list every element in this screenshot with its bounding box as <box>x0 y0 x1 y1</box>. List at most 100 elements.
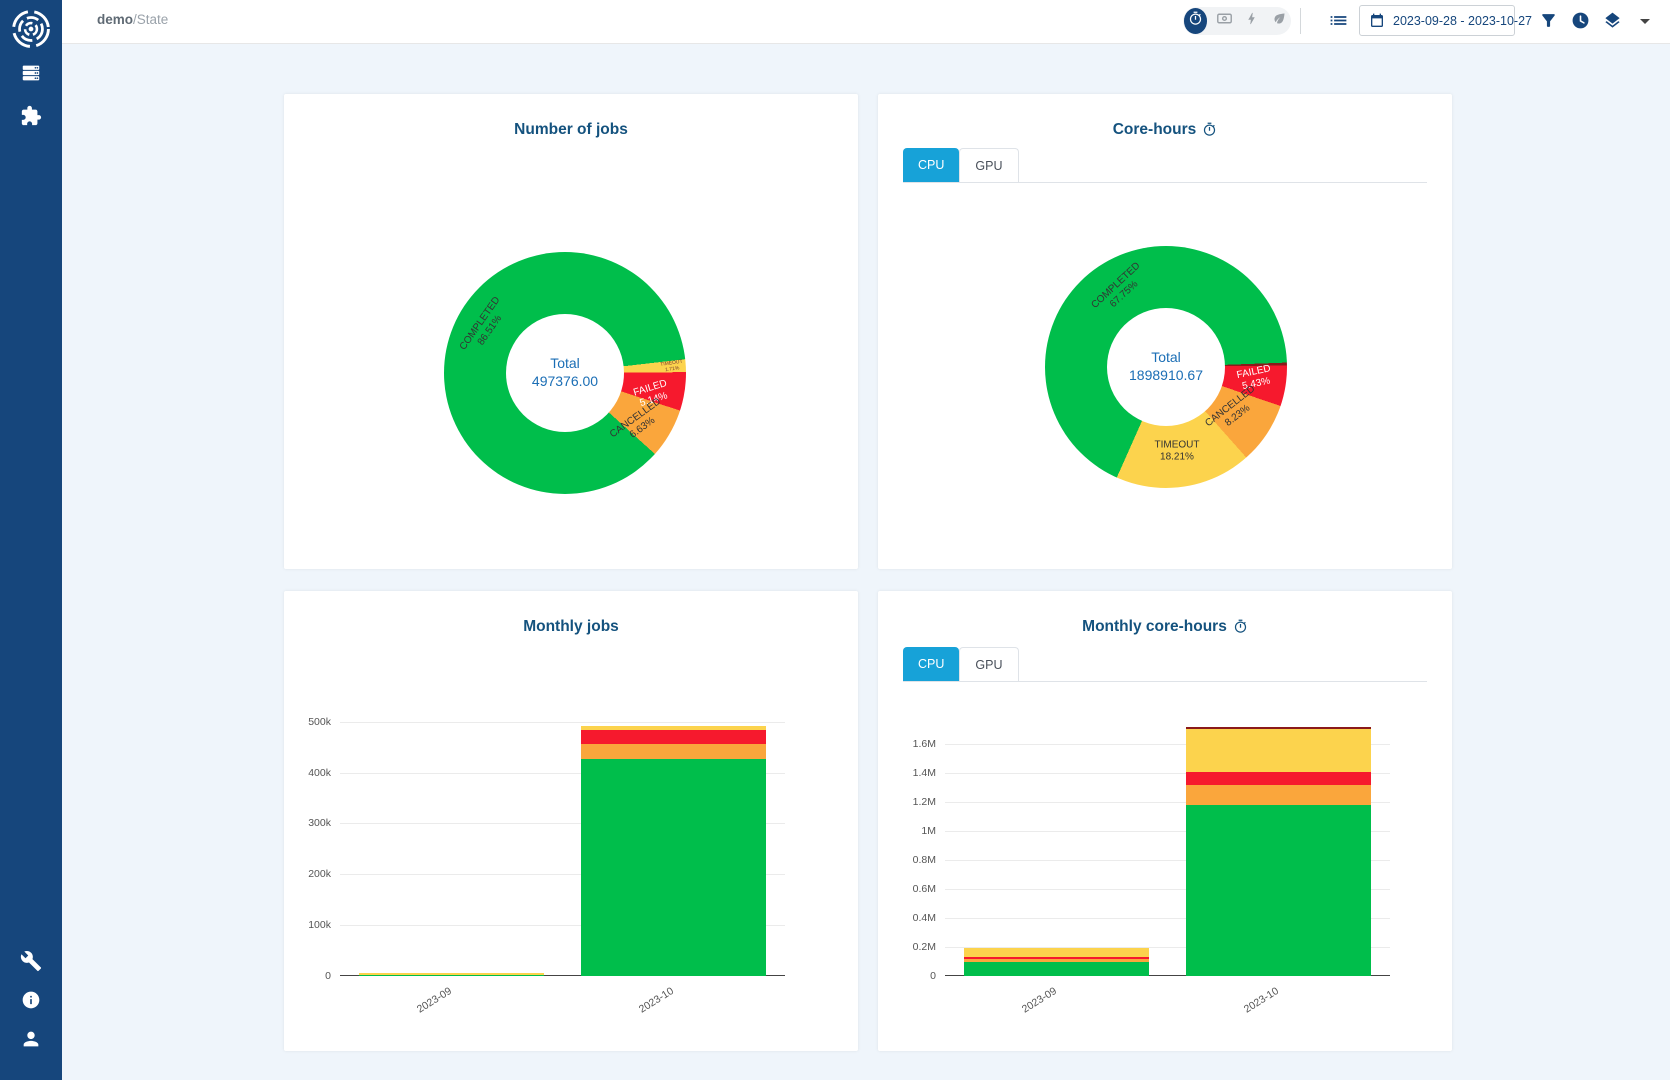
core-hours-donut-chart[interactable]: COMPLETED 67.75% FAILED 5.43% CANCELLED … <box>1045 246 1287 488</box>
history-button[interactable] <box>1571 11 1590 35</box>
leaf-icon <box>1272 11 1287 31</box>
bar-segment-2023-09-completed[interactable] <box>964 962 1149 976</box>
filter-button[interactable] <box>1539 11 1558 35</box>
bar-segment-2023-10-failed[interactable] <box>581 730 766 744</box>
bolt-icon <box>1244 11 1259 31</box>
y-tick-label: 1.4M <box>913 767 936 779</box>
y-tick-label: 400k <box>308 767 331 779</box>
user-icon <box>20 1028 42 1055</box>
card-monthly-jobs: Monthly jobs 0100k200k300k400k500k2023-0… <box>284 591 858 1051</box>
sidebar-item-user[interactable] <box>0 1028 62 1055</box>
cpu-gpu-tabs: CPU GPU <box>903 647 1427 682</box>
tab-gpu[interactable]: GPU <box>959 647 1018 681</box>
banknote-icon <box>1216 10 1233 32</box>
bar-segment-2023-10-cancelled[interactable] <box>1186 785 1371 805</box>
y-tick-label: 0.4M <box>913 912 936 924</box>
metric-toggle-group <box>1183 7 1291 35</box>
jobs-donut-chart[interactable]: COMPLETED 86.51% TIMEOUT 1.71% FAILED 5.… <box>444 252 686 494</box>
metric-stopwatch-button[interactable] <box>1184 8 1207 34</box>
y-tick-label: 500k <box>308 716 331 728</box>
x-tick-label: 2023-09 <box>415 985 454 1016</box>
bar-segment-2023-09-failed[interactable] <box>964 957 1149 959</box>
bar-segment-2023-10-cancelled[interactable] <box>581 744 766 759</box>
puzzle-icon <box>20 105 42 132</box>
funnel-icon <box>1539 17 1558 34</box>
card-title: Monthly jobs <box>284 618 858 636</box>
dashboard: Number of jobs COMPLETED 86.51% TIMEOUT … <box>62 43 1670 1080</box>
date-range-picker[interactable]: 2023-09-28 - 2023-10-27 <box>1359 5 1515 36</box>
breadcrumb-project[interactable]: demo <box>97 12 133 27</box>
y-tick-label: 100k <box>308 919 331 931</box>
x-tick-label: 2023-10 <box>1242 985 1281 1016</box>
breadcrumb-page: State <box>137 12 169 27</box>
pie-label-completed: COMPLETED 67.75% <box>1089 260 1150 319</box>
servers-icon <box>20 62 42 89</box>
date-range-value: 2023-09-28 - 2023-10-27 <box>1393 14 1532 28</box>
card-monthly-core-hours: Monthly core-hours CPU GPU 00.2M0.4M0.6M… <box>878 591 1452 1051</box>
x-tick-label: 2023-10 <box>637 985 676 1016</box>
y-tick-label: 0.6M <box>913 883 936 895</box>
metric-leaf-button[interactable] <box>1268 11 1290 31</box>
stopwatch-icon <box>1233 619 1248 634</box>
cpu-gpu-tabs: CPU GPU <box>903 148 1427 183</box>
layers-icon <box>1603 17 1622 34</box>
y-tick-label: 1.6M <box>913 738 936 750</box>
metric-bolt-button[interactable] <box>1241 11 1263 31</box>
sidebar <box>0 0 62 1080</box>
y-tick-label: 300k <box>308 817 331 829</box>
layers-button[interactable] <box>1603 11 1622 35</box>
y-tick-label: 0.2M <box>913 941 936 953</box>
bar-segment-2023-10-other[interactable] <box>1186 727 1371 728</box>
monthly-core-hours-bar-chart[interactable]: 00.2M0.4M0.6M0.8M1M1.2M1.4M1.6M2023-0920… <box>945 706 1390 976</box>
bar-segment-2023-10-completed[interactable] <box>581 759 766 976</box>
logo-icon <box>9 7 53 56</box>
app-logo[interactable] <box>0 7 62 56</box>
sidebar-item-plugins[interactable] <box>0 105 62 132</box>
bar-segment-2023-09-cancelled[interactable] <box>964 959 1149 962</box>
bar-segment-2023-09-timeout[interactable] <box>964 948 1149 957</box>
sidebar-item-about[interactable] <box>0 990 62 1015</box>
bar-segment-2023-10-timeout[interactable] <box>1186 729 1371 772</box>
y-tick-label: 1.2M <box>913 796 936 808</box>
sidebar-item-settings[interactable] <box>0 950 62 977</box>
gridline <box>340 722 785 723</box>
card-title: Number of jobs <box>284 121 858 139</box>
topbar: demo/State <box>62 0 1670 44</box>
y-tick-label: 0 <box>325 970 331 982</box>
bar-segment-2023-10-completed[interactable] <box>1186 805 1371 976</box>
pie-total: Total 1898910.67 <box>1045 349 1287 384</box>
tab-cpu[interactable]: CPU <box>903 647 959 681</box>
card-title: Monthly core-hours <box>878 618 1452 636</box>
pie-label-completed: COMPLETED 86.51% <box>458 295 513 359</box>
info-icon <box>21 990 41 1015</box>
bar-segment-2023-10-timeout[interactable] <box>581 726 766 730</box>
tab-cpu[interactable]: CPU <box>903 148 959 182</box>
clock-icon <box>1571 17 1590 34</box>
bar-segment-2023-10-failed[interactable] <box>1186 772 1371 785</box>
caret-down-icon[interactable] <box>1640 19 1650 24</box>
card-number-of-jobs: Number of jobs COMPLETED 86.51% TIMEOUT … <box>284 94 858 569</box>
card-core-hours: Core-hours CPU GPU COMPLETED 67.75% FAIL… <box>878 94 1452 569</box>
y-tick-label: 0 <box>930 970 936 982</box>
metric-banknote-button[interactable] <box>1213 10 1235 32</box>
y-tick-label: 1M <box>921 825 936 837</box>
card-title: Core-hours <box>878 121 1452 139</box>
report-list-button[interactable] <box>1328 10 1349 36</box>
list-icon <box>1328 18 1349 35</box>
calendar-icon <box>1369 13 1385 29</box>
y-tick-label: 0.8M <box>913 854 936 866</box>
bar-segment-2023-09-timeout[interactable] <box>359 973 544 975</box>
pie-total: Total 497376.00 <box>444 355 686 390</box>
breadcrumb: demo/State <box>97 12 168 27</box>
tools-icon <box>20 950 42 977</box>
stopwatch-icon <box>1188 11 1203 31</box>
x-tick-label: 2023-09 <box>1020 985 1059 1016</box>
monthly-jobs-bar-chart[interactable]: 0100k200k300k400k500k2023-092023-10 <box>340 706 785 976</box>
topbar-divider <box>1300 8 1301 34</box>
stopwatch-icon <box>1202 122 1217 137</box>
bar-segment-2023-09-completed[interactable] <box>359 975 544 976</box>
sidebar-item-clusters[interactable] <box>0 62 62 89</box>
tab-gpu[interactable]: GPU <box>959 148 1018 182</box>
pie-label-timeout: TIMEOUT 18.21% <box>1155 440 1200 463</box>
y-tick-label: 200k <box>308 868 331 880</box>
